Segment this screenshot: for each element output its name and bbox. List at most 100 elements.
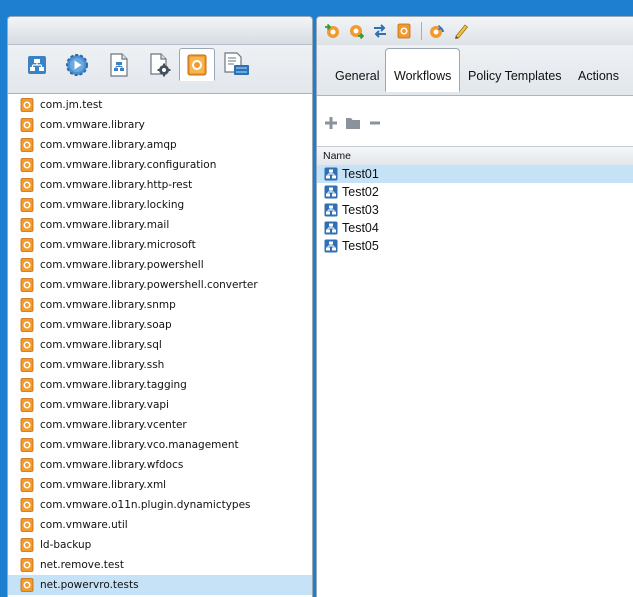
package-icon — [20, 578, 34, 592]
workflow-row[interactable]: Test02 — [317, 183, 633, 201]
package-list-item[interactable]: com.vmware.library.sql — [8, 335, 312, 355]
package-list-item[interactable]: com.vmware.library.mail — [8, 215, 312, 235]
package-list-item[interactable]: com.vmware.library.powershell — [8, 255, 312, 275]
package-list-item[interactable]: com.vmware.library.wfdocs — [8, 455, 312, 475]
add-folder-button[interactable] — [345, 115, 361, 131]
package-list-item[interactable]: com.vmware.library.vco.management — [8, 435, 312, 455]
workflow-icon — [324, 203, 338, 217]
package-icon — [20, 138, 34, 152]
workflow-row[interactable]: Test01 — [317, 165, 633, 183]
refresh-package-icon — [430, 24, 444, 38]
package-label: ld-backup — [40, 539, 92, 551]
package-icon — [20, 198, 34, 212]
package-list-item[interactable]: com.jm.test — [8, 95, 312, 115]
refresh-package-button[interactable] — [428, 22, 446, 40]
package-icon — [20, 338, 34, 352]
import-package-icon — [325, 23, 339, 38]
package-icon — [20, 558, 34, 572]
column-name-header[interactable]: Name — [317, 150, 351, 162]
package-list-item[interactable]: com.vmware.library.vapi — [8, 395, 312, 415]
remove-icon — [370, 121, 380, 125]
package-label: net.powervro.tests — [40, 579, 139, 591]
details-tab-bar: General Workflows Policy Templates Actio… — [317, 45, 633, 96]
workflow-table: Test01 Test02 Test03 Test04 Test05 — [317, 165, 633, 255]
package-list-item[interactable]: com.vmware.library.tagging — [8, 375, 312, 395]
remove-button[interactable] — [367, 115, 383, 131]
package-list-item[interactable]: com.vmware.library.configuration — [8, 155, 312, 175]
package-list-item[interactable]: net.powervro.tests — [8, 575, 312, 595]
toolbar-separator — [421, 22, 422, 40]
package-list-item[interactable]: ld-backup — [8, 535, 312, 555]
package-label: com.vmware.library.amqp — [40, 139, 177, 151]
workflow-name: Test03 — [342, 203, 379, 217]
workflow-row[interactable]: Test04 — [317, 219, 633, 237]
workflow-row[interactable]: Test05 — [317, 237, 633, 255]
package-list-item[interactable]: com.vmware.library.vcenter — [8, 415, 312, 435]
tab-workflows[interactable] — [22, 50, 52, 80]
tab-policy-templates-details[interactable]: Policy Templates — [468, 61, 562, 91]
package-label: com.jm.test — [40, 99, 103, 111]
package-details-panel: General Workflows Policy Templates Actio… — [316, 16, 633, 597]
package-icon — [20, 298, 34, 312]
package-icon — [20, 418, 34, 432]
tab-packages[interactable] — [179, 48, 215, 81]
package-button[interactable] — [395, 22, 413, 40]
add-button[interactable] — [323, 115, 339, 131]
panel-header — [8, 17, 312, 45]
package-list-item[interactable]: net.remove.test — [8, 555, 312, 575]
package-icon — [20, 178, 34, 192]
package-icon — [20, 478, 34, 492]
tab-actions-details[interactable]: Actions — [578, 61, 619, 91]
edit-button[interactable] — [452, 22, 470, 40]
package-label: com.vmware.library.vco.management — [40, 439, 239, 451]
package-icon — [20, 358, 34, 372]
package-label: com.vmware.library.soap — [40, 319, 172, 331]
tab-policy-templates[interactable] — [104, 50, 134, 80]
package-label: com.vmware.library.vapi — [40, 399, 169, 411]
tab-workflows-details[interactable]: Workflows — [385, 48, 461, 92]
package-list-item[interactable]: com.vmware.library.xml — [8, 475, 312, 495]
package-icon — [20, 498, 34, 512]
package-list-item[interactable]: com.vmware.library.snmp — [8, 295, 312, 315]
package-list-item[interactable]: com.vmware.library.soap — [8, 315, 312, 335]
workflow-icon — [324, 167, 338, 181]
export-package-button[interactable] — [347, 22, 365, 40]
package-label: com.vmware.library.http-rest — [40, 179, 193, 191]
workflow-name: Test01 — [342, 167, 379, 181]
package-list-item[interactable]: com.vmware.library.ssh — [8, 355, 312, 375]
package-list-item[interactable]: com.vmware.o11n.plugin.dynamictypes — [8, 495, 312, 515]
add-folder-icon — [346, 118, 360, 129]
package-label: com.vmware.library.snmp — [40, 299, 176, 311]
package-list-item[interactable]: com.vmware.library.amqp — [8, 135, 312, 155]
package-label: com.vmware.library.configuration — [40, 159, 217, 171]
package-label: com.vmware.library.microsoft — [40, 239, 196, 251]
workflow-table-header[interactable]: Name — [317, 146, 633, 166]
package-list-item[interactable]: com.vmware.library.powershell.converter — [8, 275, 312, 295]
export-package-icon — [350, 25, 364, 39]
workflow-icon — [324, 221, 338, 235]
tab-configurations[interactable] — [145, 50, 175, 80]
package-list-item[interactable]: com.vmware.library — [8, 115, 312, 135]
package-icon — [20, 118, 34, 132]
package-icon — [397, 23, 411, 39]
package-icon — [20, 238, 34, 252]
package-icon — [20, 518, 34, 532]
workflow-icon — [28, 56, 46, 74]
package-label: com.vmware.library.tagging — [40, 379, 187, 391]
workflow-icon — [324, 239, 338, 253]
synchronize-button[interactable] — [371, 22, 389, 40]
configurations-icon — [150, 53, 171, 77]
tab-general[interactable]: General — [335, 61, 379, 91]
package-label: com.vmware.library.powershell — [40, 259, 204, 271]
import-package-button[interactable] — [323, 22, 341, 40]
package-list-item[interactable]: com.vmware.library.microsoft — [8, 235, 312, 255]
package-list-item[interactable]: com.vmware.util — [8, 515, 312, 535]
workflow-row[interactable]: Test03 — [317, 201, 633, 219]
tab-inventory[interactable] — [222, 50, 252, 80]
package-list-item[interactable]: com.vmware.library.locking — [8, 195, 312, 215]
package-label: com.vmware.util — [40, 519, 128, 531]
package-icon — [20, 538, 34, 552]
package-icon — [20, 258, 34, 272]
tab-actions[interactable] — [62, 50, 92, 80]
package-list-item[interactable]: com.vmware.library.http-rest — [8, 175, 312, 195]
